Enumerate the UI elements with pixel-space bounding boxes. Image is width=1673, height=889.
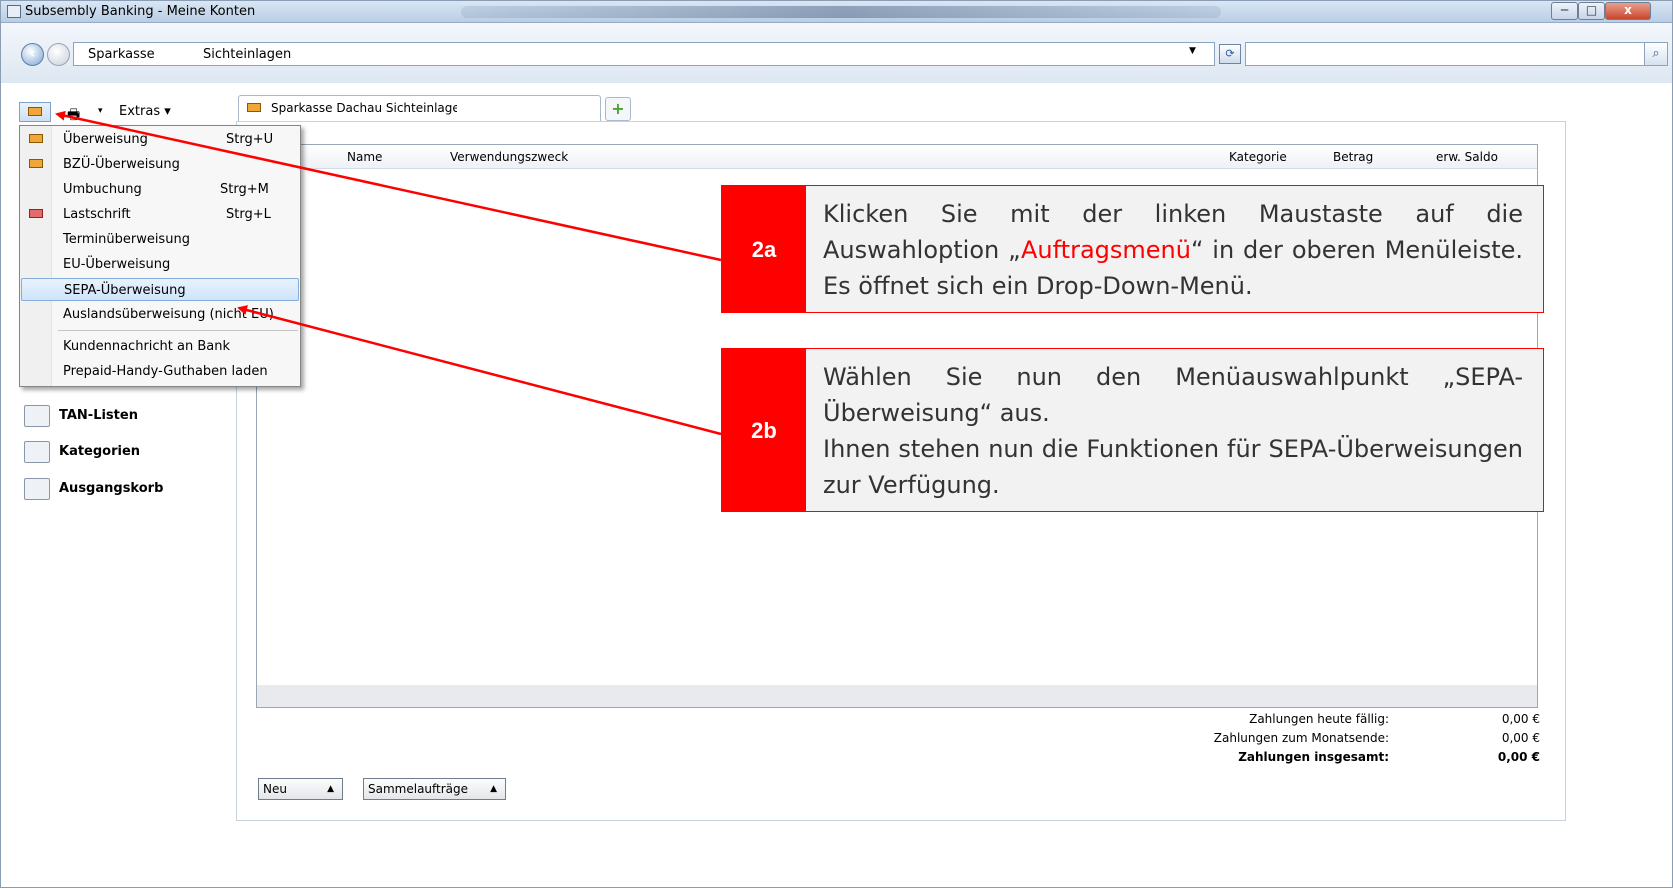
new-button[interactable]: Neu ▲	[258, 778, 343, 800]
sidebar-item-label: Kategorien	[59, 444, 141, 459]
new-button-label: Neu	[263, 782, 287, 796]
blurred-taskbar-region	[461, 6, 1221, 18]
tab-account[interactable]: Sparkasse Dachau Sichteinlagen	[238, 95, 601, 121]
menu-item-auslandsueberweisung[interactable]: Auslandsüberweisung (nicht EU)	[21, 303, 299, 326]
menu-item-terminueberweisung[interactable]: Terminüberweisung	[21, 228, 299, 251]
chevron-up-icon: ▲	[327, 784, 334, 794]
extras-menu-button[interactable]: Extras ▾	[119, 104, 171, 119]
search-input[interactable]	[1245, 42, 1647, 66]
callout-highlight: Auftragsmenü	[1021, 236, 1191, 264]
tag-icon	[24, 441, 50, 463]
column-header-verwendungszweck[interactable]: Verwendungszweck	[450, 150, 568, 164]
callout-text-line: Wählen Sie nun den Menüauswahlpunkt „SEP…	[823, 363, 1523, 427]
summary-value-monatsende: 0,00 €	[1501, 731, 1540, 745]
tab-name-field[interactable]	[457, 101, 499, 117]
title-bar: Subsembly Banking - Meine Konten ─ □ x	[1, 1, 1672, 23]
menu-item-label: Überweisung	[63, 132, 148, 147]
breadcrumb-item-sparkasse[interactable]: Sparkasse	[88, 47, 155, 62]
forward-button[interactable]	[47, 43, 70, 66]
menu-item-label: BZÜ-Überweisung	[63, 157, 180, 172]
minimize-button[interactable]: ─	[1551, 2, 1578, 20]
menu-item-label: EU-Überweisung	[63, 257, 171, 272]
close-button[interactable]: x	[1605, 2, 1651, 20]
breadcrumb[interactable]: Sparkasse Sichteinlagen ▼	[73, 42, 1215, 66]
table-scrollbar[interactable]	[257, 685, 1537, 707]
callout-number-2b: 2b	[722, 349, 806, 511]
breadcrumb-dropdown-icon[interactable]: ▼	[1189, 46, 1196, 56]
navigation-bar: ‹ Sparkasse Sichteinlagen ▼ ⟳ ⌕	[1, 23, 1672, 83]
callout-text-line: Ihnen stehen nun die Funktionen für SEPA…	[823, 435, 1523, 499]
window-title: Subsembly Banking - Meine Konten	[25, 4, 256, 19]
menu-item-label: Lastschrift	[63, 207, 131, 222]
tan-list-icon	[24, 405, 50, 427]
summary-label-insgesamt: Zahlungen insgesamt:	[1238, 750, 1389, 764]
menu-item-label: Auslandsüberweisung (nicht EU)	[63, 307, 274, 322]
menu-item-sepa-ueberweisung[interactable]: SEPA-Überweisung	[21, 278, 299, 301]
breadcrumb-item-sichteinlagen[interactable]: Sichteinlagen	[203, 47, 291, 62]
column-header-kategorie[interactable]: Kategorie	[1229, 150, 1287, 164]
extras-label: Extras	[119, 104, 161, 119]
menu-item-shortcut: Strg+L	[226, 207, 271, 222]
sammelauftraege-label: Sammelaufträge	[368, 782, 469, 796]
sidebar-item-label: Ausgangskorb	[59, 481, 164, 496]
transfer-icon	[29, 134, 43, 143]
tab-label: Sparkasse Dachau Sichteinlagen	[271, 101, 468, 115]
menu-item-bzue-ueberweisung[interactable]: BZÜ-Überweisung	[21, 153, 299, 176]
chevron-up-icon: ▲	[490, 784, 497, 794]
menu-item-label: Umbuchung	[63, 182, 142, 197]
table-header: um Name Verwendungszweck Kategorie Betra…	[257, 145, 1537, 169]
debit-icon	[29, 209, 43, 218]
menu-item-label: Prepaid-Handy-Guthaben laden	[63, 364, 268, 379]
account-card-icon	[247, 103, 261, 112]
callout-text-2a: Klicken Sie mit der linken Maustaste auf…	[823, 196, 1523, 304]
back-button[interactable]: ‹	[21, 43, 44, 66]
sammelauftraege-button[interactable]: Sammelaufträge ▲	[363, 778, 506, 800]
menu-item-lastschrift[interactable]: Lastschrift Strg+L	[21, 203, 299, 226]
summary-value-heute: 0,00 €	[1501, 712, 1540, 726]
search-icon[interactable]: ⌕	[1644, 42, 1668, 66]
transfer-icon	[29, 159, 43, 168]
chevron-down-icon: ▾	[164, 104, 171, 119]
menu-item-kundennachricht[interactable]: Kundennachricht an Bank	[21, 335, 299, 358]
menu-item-ueberweisung[interactable]: Überweisung Strg+U	[21, 128, 299, 151]
menu-item-shortcut: Strg+M	[220, 182, 269, 197]
menu-item-label: SEPA-Überweisung	[64, 283, 186, 298]
menu-item-label: Kundennachricht an Bank	[63, 339, 231, 354]
menu-item-eu-ueberweisung[interactable]: EU-Überweisung	[21, 253, 299, 276]
column-header-saldo[interactable]: erw. Saldo	[1436, 150, 1498, 164]
add-tab-button[interactable]: +	[605, 97, 631, 121]
menu-item-umbuchung[interactable]: Umbuchung Strg+M	[21, 178, 299, 201]
refresh-button[interactable]: ⟳	[1219, 44, 1241, 64]
callout-text-2b: Wählen Sie nun den Menüauswahlpunkt „SEP…	[823, 359, 1523, 503]
sidebar-item-label: TAN-Listen	[59, 408, 138, 423]
outbox-icon	[24, 478, 50, 500]
summary-label-heute: Zahlungen heute fällig:	[1249, 712, 1389, 726]
auftrag-dropdown-menu: Überweisung Strg+U BZÜ-Überweisung Umbuc…	[19, 125, 301, 387]
callout-2b: 2b Wählen Sie nun den Menüauswahlpunkt „…	[721, 348, 1544, 512]
summary-value-insgesamt: 0,00 €	[1497, 750, 1540, 764]
callout-2a: 2a Klicken Sie mit der linken Maustaste …	[721, 185, 1544, 313]
summary-label-monatsende: Zahlungen zum Monatsende:	[1213, 731, 1389, 745]
application-window: Subsembly Banking - Meine Konten ─ □ x ‹…	[0, 0, 1673, 888]
payment-card-icon	[28, 107, 42, 116]
maximize-button[interactable]: □	[1578, 2, 1605, 20]
menu-item-prepaid-handy[interactable]: Prepaid-Handy-Guthaben laden	[21, 360, 299, 383]
column-header-name[interactable]: Name	[347, 150, 382, 164]
app-icon	[7, 5, 21, 18]
column-header-betrag[interactable]: Betrag	[1333, 150, 1373, 164]
menu-separator	[58, 330, 298, 331]
auftragsmenu-button[interactable]	[19, 102, 51, 122]
print-dropdown-icon[interactable]: ▾	[98, 106, 103, 116]
menu-item-shortcut: Strg+U	[226, 132, 274, 147]
callout-number-2a: 2a	[722, 186, 806, 312]
menu-item-label: Terminüberweisung	[63, 232, 190, 247]
